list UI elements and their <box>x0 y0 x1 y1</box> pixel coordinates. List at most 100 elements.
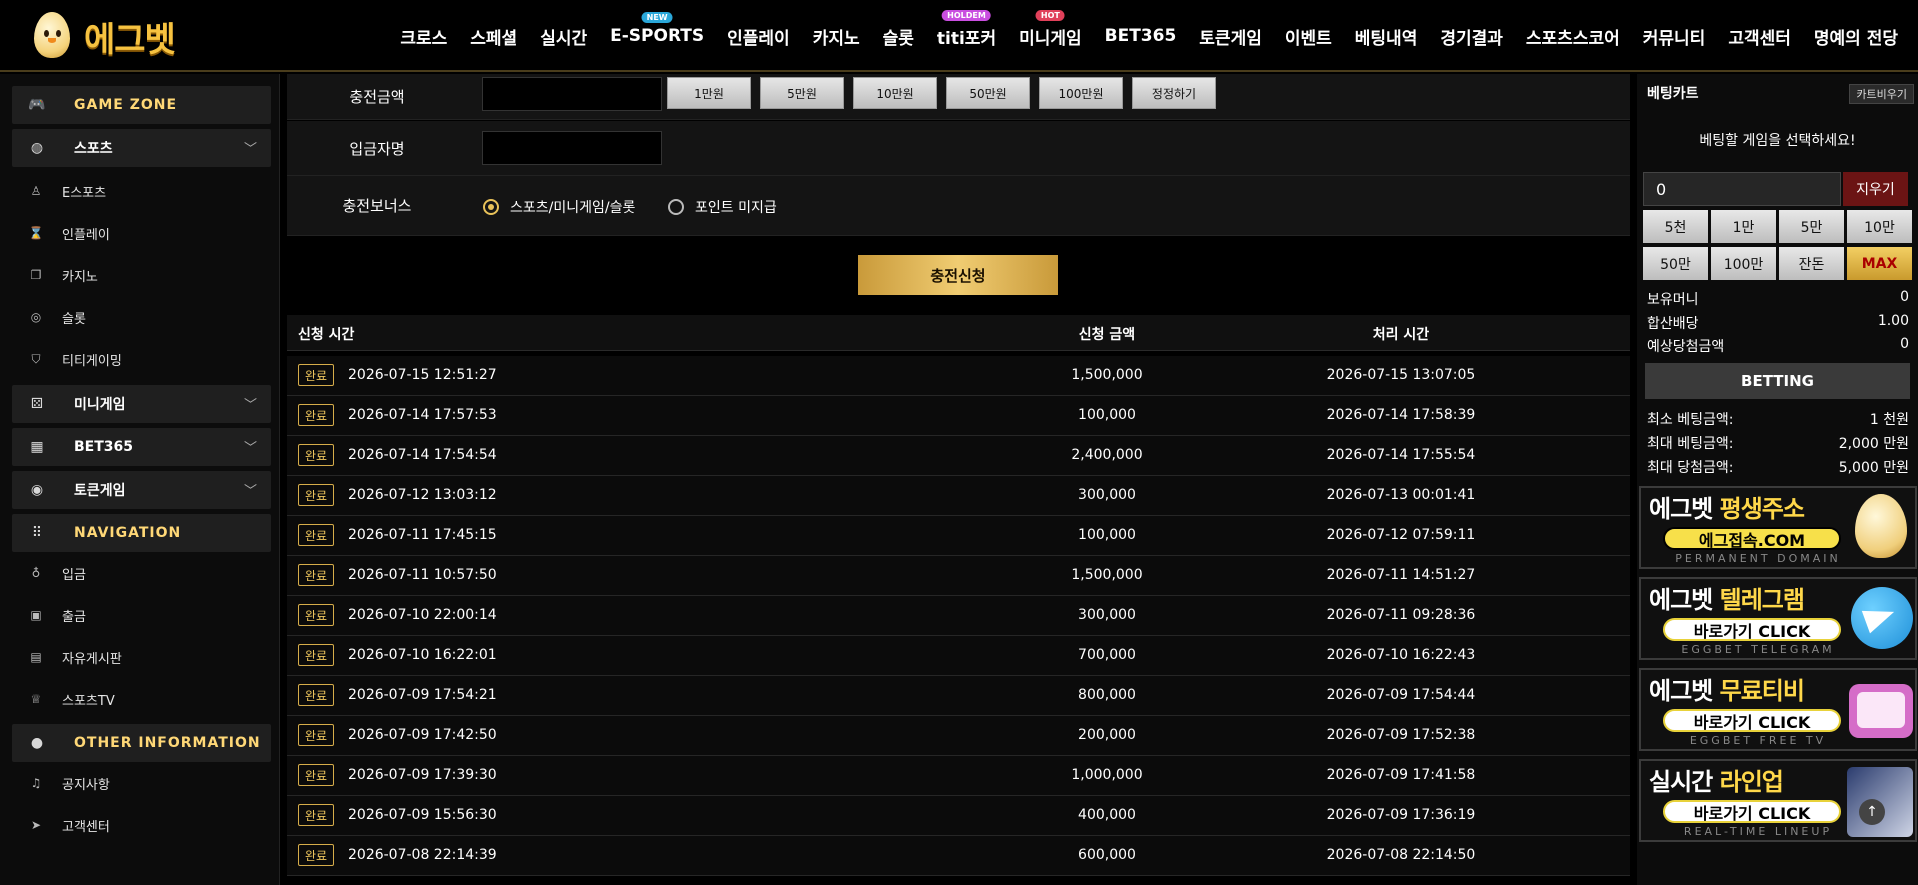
nav-item[interactable]: E-SPORTS NEW <box>610 12 704 46</box>
table-row: 완료 2026-07-09 17:39:30 1,000,000 2026-07-09… <box>287 756 1630 796</box>
amount-preset-button[interactable]: 1만원 <box>667 77 751 109</box>
request-amount: 300,000 <box>1078 607 1136 623</box>
chip-button[interactable]: 5천 <box>1643 210 1708 243</box>
nav-item[interactable]: 고객센터 <box>1728 24 1791 49</box>
sidebar-item-support[interactable]: ➤ 고객센터 <box>26 810 266 840</box>
sidebar-item-bet365[interactable]: ▦ BET365 ﹀ <box>12 428 271 466</box>
amount-input[interactable] <box>482 77 662 111</box>
request-amount: 1,500,000 <box>1071 567 1143 583</box>
send-icon: ➤ <box>30 818 42 832</box>
chip-button[interactable]: 50만 <box>1643 247 1708 280</box>
nav-item[interactable]: 베팅내역 <box>1355 24 1418 49</box>
process-time: 2026-07-14 17:58:39 <box>1326 407 1476 423</box>
amount-preset-button[interactable]: 5만원 <box>760 77 844 109</box>
banner-subtitle: EGGBET TELEGRAM <box>1681 643 1835 656</box>
trophy-icon: ♕ <box>30 692 42 706</box>
promo-banner[interactable]: 에그벳 무료티비 바로가기 CLICK EGGBET FREE TV <box>1639 668 1917 751</box>
chip-button[interactable]: 10만 <box>1847 210 1912 243</box>
sidebar-item-token[interactable]: ◉ 토큰게임 ﹀ <box>12 471 271 509</box>
bonus-option-sports[interactable]: 스포츠/미니게임/슬롯 <box>483 197 635 217</box>
cards-icon: ❐ <box>30 268 42 282</box>
sidebar-item-notice[interactable]: ♫ 공지사항 <box>26 768 266 798</box>
stake-clear-button[interactable]: 지우기 <box>1843 172 1908 206</box>
sidebar-item-sports[interactable]: ◍ 스포츠 ﹀ <box>12 129 271 167</box>
amount-preset-button[interactable]: 100만원 <box>1039 77 1123 109</box>
stake-input[interactable]: 0 <box>1643 172 1841 206</box>
info-icon: ● <box>30 735 44 751</box>
nav-item[interactable]: 커뮤니티 <box>1643 24 1706 49</box>
table-row: 완료 2026-07-09 17:54:21 800,000 2026-07-09 1… <box>287 676 1630 716</box>
deposit-submit-button[interactable]: 충전신청 <box>858 255 1058 295</box>
nav-item[interactable]: 스포츠스코어 <box>1526 24 1620 49</box>
sidebar-item-slot[interactable]: ◎ 슬롯 <box>26 302 266 332</box>
sidebar-item-inplay[interactable]: ⌛ 인플레이 <box>26 218 266 248</box>
section-navigation: ⠿ NAVIGATION <box>12 514 271 552</box>
nav-badge: HOT <box>1035 9 1065 21</box>
col-request-time: 신청 시간 <box>298 327 355 343</box>
amount-preset-button[interactable]: 10만원 <box>853 77 937 109</box>
chip-button[interactable]: 100만 <box>1711 247 1776 280</box>
radio-empty-icon <box>668 199 684 215</box>
sidebar-item-withdraw[interactable]: ▣ 출금 <box>26 600 266 630</box>
nav-item[interactable]: 크로스 <box>400 24 447 49</box>
apps-icon: ⠿ <box>31 525 43 541</box>
nav-item[interactable]: titi포커 HOLDEM <box>937 9 996 49</box>
request-time: 2026-07-11 10:57:50 <box>348 567 497 583</box>
status-badge: 완료 <box>298 724 335 746</box>
amount-preset-button[interactable]: 정정하기 <box>1132 77 1216 109</box>
chip-max-button[interactable]: MAX <box>1847 247 1912 280</box>
egg-mascot-icon <box>1855 494 1907 558</box>
amount-preset-button[interactable]: 50만원 <box>946 77 1030 109</box>
chip-button[interactable]: 잔돈 <box>1779 247 1844 280</box>
chip-button[interactable]: 1만 <box>1711 210 1776 243</box>
nav-item[interactable]: 인플레이 <box>727 24 790 49</box>
banner-cta: 바로가기 CLICK <box>1663 709 1841 732</box>
sidebar-item-deposit[interactable]: ♁ 입금 <box>26 558 266 588</box>
sidebar-item-titi[interactable]: ⛉ 티티게이밍 <box>26 344 266 374</box>
joystick-icon: ♙ <box>30 184 42 198</box>
banner-title: 에그벳 평생주소 <box>1649 495 1805 523</box>
depositor-input[interactable] <box>482 131 662 165</box>
section-other-information: ● OTHER INFORMATION <box>12 724 271 762</box>
status-badge: 완료 <box>298 484 335 506</box>
bonus-option-none[interactable]: 포인트 미지급 <box>668 197 777 217</box>
nav-item[interactable]: 슬롯 <box>883 24 914 49</box>
site-logo[interactable]: 에그벳 <box>30 8 176 64</box>
sidebar-item-minigame[interactable]: ⚄ 미니게임 ﹀ <box>12 385 271 423</box>
chip-button[interactable]: 5만 <box>1779 210 1844 243</box>
nav-item[interactable]: 실시간 <box>540 24 587 49</box>
process-time: 2026-07-15 13:07:05 <box>1326 367 1476 383</box>
min-bet-row: 최소 베팅금액: 1 천원 <box>1647 412 1909 428</box>
betting-button[interactable]: BETTING <box>1645 363 1910 399</box>
nav-item[interactable]: 이벤트 <box>1285 24 1332 49</box>
main-content: 충전금액 1만원 5만원 10만원 50만원 100만원 정정하기 입금자명 충전보너스 … <box>287 74 1630 885</box>
nav-item[interactable]: BET365 <box>1105 26 1177 46</box>
sidebar-item-casino[interactable]: ❐ 카지노 <box>26 260 266 290</box>
process-time: 2026-07-09 17:41:58 <box>1326 767 1476 783</box>
request-amount: 300,000 <box>1078 487 1136 503</box>
status-badge: 완료 <box>298 404 335 426</box>
sidebar-item-esports[interactable]: ♙ E스포츠 <box>26 176 266 206</box>
nav-item[interactable]: 명예의 전당 <box>1814 24 1898 49</box>
nav-item[interactable]: 스페셜 <box>470 24 517 49</box>
scroll-top-button[interactable]: ↑ <box>1859 799 1885 825</box>
money-bag-icon: ♁ <box>31 566 41 580</box>
nav-item[interactable]: 카지노 <box>813 24 860 49</box>
ball-icon: ◍ <box>30 140 44 156</box>
request-amount: 700,000 <box>1078 647 1136 663</box>
process-time: 2026-07-11 14:51:27 <box>1326 567 1476 583</box>
nav-item[interactable]: 미니게임 HOT <box>1019 9 1082 49</box>
nav-item[interactable]: 경기결과 <box>1440 24 1503 49</box>
shield-icon: ⛉ <box>31 351 41 366</box>
promo-banner[interactable]: 에그벳 텔레그램 바로가기 CLICK EGGBET TELEGRAM <box>1639 577 1917 660</box>
gamepad-icon: 🎮 <box>28 97 46 113</box>
nav-item[interactable]: 토큰게임 <box>1199 24 1262 49</box>
telegram-icon <box>1851 587 1913 649</box>
sidebar-item-board[interactable]: ▤ 자유게시판 <box>26 642 266 672</box>
table-row: 완료 2026-07-09 15:56:30 400,000 2026-07-09 1… <box>287 796 1630 836</box>
cart-clear-button[interactable]: 카트비우기 <box>1849 84 1914 104</box>
status-badge: 완료 <box>298 764 335 786</box>
sidebar-item-sportstv[interactable]: ♕ 스포츠TV <box>26 684 266 714</box>
promo-banner[interactable]: 에그벳 평생주소 에그접속.COM PERMANENT DOMAIN <box>1639 486 1917 569</box>
process-time: 2026-07-14 17:55:54 <box>1326 447 1476 463</box>
